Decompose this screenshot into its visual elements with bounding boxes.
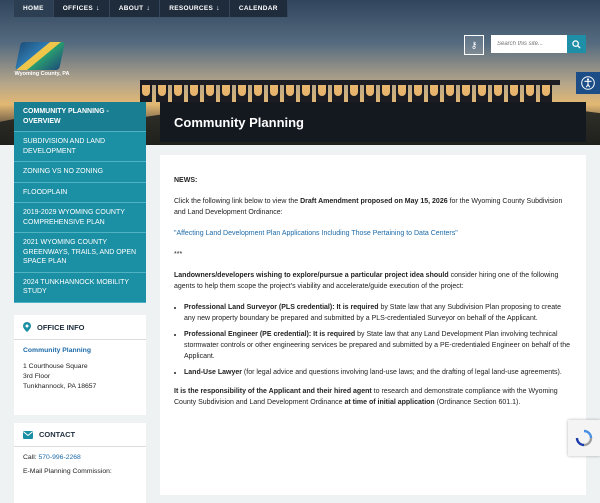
county-logo[interactable]: Wyoming County, PA [14,40,70,80]
sidebar-item-greenways-plan[interactable]: 2021 Wyoming County Greenways, Trails, a… [14,233,146,273]
address-line-2: 3rd Floor [23,373,51,380]
page-title: Community Planning [160,102,586,142]
paragraph-landowners: Landowners/developers wishing to explore… [174,270,572,292]
office-info-title: OFFICE INFO [37,322,85,332]
list-item: Land-Use Lawyer (for legal advice and qu… [184,367,572,378]
search-button[interactable] [567,35,586,53]
nav-home[interactable]: HOME [14,0,54,17]
p3-bold-2: at time of initial application [344,399,435,406]
p3-end: (Ordinance Section 601.1). [434,399,521,406]
search-input[interactable] [491,35,568,53]
contact-title: CONTACT [39,430,76,439]
nav-about-label: ABOUT [118,5,144,12]
bullet-3-rest: (for legal advice and questions involvin… [241,369,562,376]
address-line-3: Tunkhannock, PA 18657 [23,383,97,390]
key-icon[interactable]: ⚷ [464,35,484,55]
search-icon [572,39,581,49]
news-label: NEWS: [174,177,198,184]
envelope-icon [23,430,33,439]
paragraph-responsibility: It is the responsibility of the Applican… [174,386,572,408]
nav-offices[interactable]: OFFICES ↓ [54,0,110,17]
nav-calendar-label: CALENDAR [238,5,278,12]
bullet-3-bold: Land-Use Lawyer [184,369,242,376]
sidebar-item-subdivision[interactable]: Subdivision and Land Development [14,132,146,162]
bullet-1-bold: Professional Land Surveyor (PLS credenti… [184,304,379,311]
arrow-down-icon: ↓ [216,5,220,12]
bridge-silhouette [140,80,560,102]
nav-about[interactable]: ABOUT ↓ [110,0,161,17]
accessibility-icon [581,76,595,90]
list-item: Professional Land Surveyor (PLS credenti… [184,302,572,324]
sidebar-item-mobility-study[interactable]: 2024 Tunkhannock Mobility Study [14,273,146,303]
nav-resources[interactable]: RESOURCES ↓ [160,0,230,17]
sidebar-menu: Community Planning - Overview Subdivisio… [14,102,146,303]
sidebar-item-overview[interactable]: Community Planning - Overview [14,102,146,132]
contact-heading: CONTACT [14,423,146,447]
list-item: Professional Engineer (PE credential): I… [184,329,572,362]
logo-text: Wyoming County, PA [14,71,70,77]
map-pin-icon [23,322,31,332]
p1-pre: Click the following link below to view t… [174,198,301,205]
office-info-heading: OFFICE INFO [14,315,146,340]
bullet-2-bold: Professional Engineer (PE credential): I… [184,331,356,338]
nav-resources-label: RESOURCES [169,5,214,12]
arrow-down-icon: ↓ [146,5,151,12]
p1-bold: Draft Amendment proposed on May 15, 2026 [300,198,448,205]
nav-calendar[interactable]: CALENDAR [230,0,288,17]
nav-offices-label: OFFICES [62,5,93,12]
nav-home-label: HOME [23,5,44,12]
agents-list: Professional Land Surveyor (PLS credenti… [174,302,572,378]
main-nav: HOME OFFICES ↓ ABOUT ↓ RESOURCES ↓ CALENDAR [14,0,288,17]
email-label: E-Mail Planning Commission: [23,468,112,475]
main-content: NEWS: Click the following link below to … [160,155,586,495]
phone-link[interactable]: 570-996-2268 [39,454,81,461]
sidebar-item-zoning[interactable]: Zoning vs No Zoning [14,162,146,183]
office-info-box: OFFICE INFO Community Planning 1 Courtho… [14,315,146,415]
address-line-1: 1 Courthouse Square [23,363,88,370]
recaptcha-badge[interactable] [568,420,600,456]
logo-emblem [15,42,65,70]
paragraph-draft-amendment: Click the following link below to view t… [174,196,572,218]
p2-bold: Landowners/developers wishing to explore… [174,272,449,279]
recaptcha-icon [575,429,593,447]
accessibility-button[interactable] [576,72,600,94]
sidebar-item-floodplain[interactable]: Floodplain [14,183,146,203]
sidebar-item-comprehensive-plan[interactable]: 2019-2029 Wyoming County Comprehensive P… [14,203,146,233]
contact-box: CONTACT Call: 570-996-2268 E-Mail Planni… [14,423,146,503]
separator: *** [174,251,183,258]
arrow-down-icon: ↓ [95,5,100,12]
call-label: Call: [23,454,37,461]
draft-amendment-link[interactable]: "Affecting Land Development Plan Applica… [174,230,458,237]
office-name-link[interactable]: Community Planning [23,347,91,354]
p3-bold-1: It is the responsibility of the Applican… [174,388,372,395]
